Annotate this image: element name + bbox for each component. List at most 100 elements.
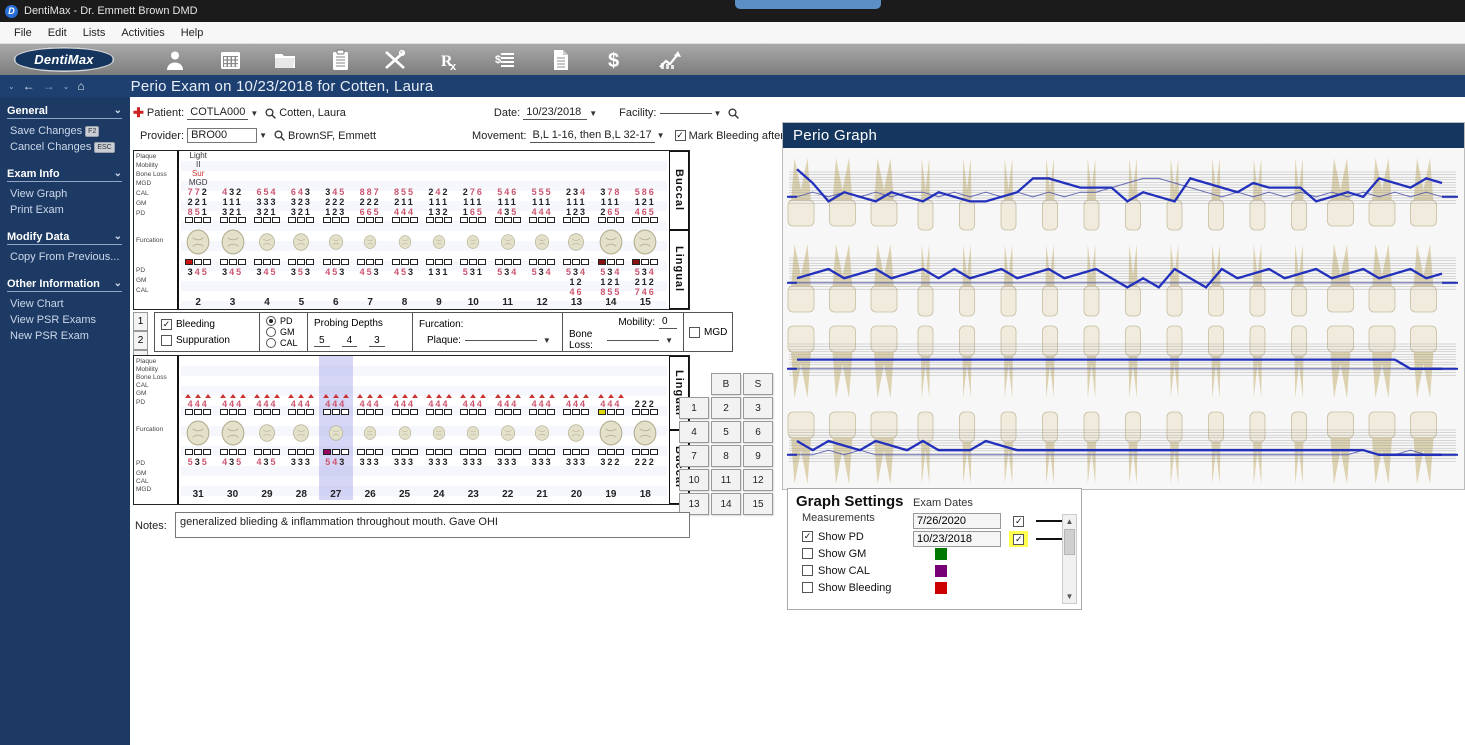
back-icon[interactable]: ← <box>23 79 35 93</box>
site-box[interactable] <box>632 259 640 265</box>
gm-lingual-values[interactable]: 212 <box>635 277 656 287</box>
site-box[interactable] <box>478 259 486 265</box>
site-box[interactable] <box>572 217 580 223</box>
pd-lingual-values[interactable]: 444 <box>256 399 277 409</box>
site-box[interactable] <box>478 217 486 223</box>
dropdown-arrow-icon[interactable]: ▼ <box>543 336 551 345</box>
site-box[interactable] <box>332 409 340 415</box>
site-box[interactable] <box>194 259 202 265</box>
site-box[interactable] <box>263 409 271 415</box>
site-box[interactable] <box>513 217 521 223</box>
site-box[interactable] <box>641 449 649 455</box>
site-box[interactable] <box>254 259 262 265</box>
tooth-number[interactable]: 14 <box>605 297 616 308</box>
site-box[interactable] <box>410 409 418 415</box>
tooth-occlusal-image[interactable] <box>534 417 550 449</box>
pd-buccal-values[interactable]: 321 <box>256 207 277 217</box>
site-box[interactable] <box>392 217 400 223</box>
site-box[interactable] <box>616 217 624 223</box>
tooth-occlusal-image[interactable] <box>534 225 550 259</box>
cal-lingual-values[interactable]: 855 <box>600 287 621 297</box>
search-icon[interactable] <box>274 130 285 141</box>
site-box[interactable] <box>581 259 589 265</box>
tooth-occlusal-image[interactable] <box>598 225 624 259</box>
pd-lingual-values[interactable]: 444 <box>222 399 243 409</box>
tooth-number[interactable]: 22 <box>502 489 513 500</box>
keypad-key-1[interactable]: 1 <box>679 397 709 419</box>
sidebar-section-title[interactable]: Exam Info⌄ <box>7 168 122 182</box>
lower-perio-chart[interactable]: PlaqueMobilityBone LossCALGMPDFurcationP… <box>133 355 690 505</box>
site-box[interactable] <box>616 449 624 455</box>
pd-buccal-values[interactable]: 444 <box>532 207 553 217</box>
site-box[interactable] <box>366 217 374 223</box>
provider-code-field[interactable]: BRO00 <box>187 128 257 143</box>
site-box[interactable] <box>401 449 409 455</box>
tooth-column-9[interactable]: 2421111321319 <box>422 151 456 308</box>
pd-buccal-values[interactable]: 535 <box>188 457 209 467</box>
site-box[interactable] <box>238 217 246 223</box>
site-box[interactable] <box>529 449 537 455</box>
tooth-number[interactable]: 9 <box>436 297 442 308</box>
search-icon[interactable] <box>265 108 276 119</box>
facility-field[interactable] <box>660 112 712 114</box>
site-box[interactable] <box>607 217 615 223</box>
cal-buccal-values[interactable]: 643 <box>291 187 312 197</box>
pd-lingual-values[interactable]: 345 <box>222 267 243 277</box>
probing-depth-value[interactable]: 4 <box>342 335 358 347</box>
tooth-occlusal-image[interactable] <box>432 225 446 259</box>
site-box[interactable] <box>607 409 615 415</box>
gm-buccal-values[interactable]: 111 <box>429 197 449 207</box>
pd-lingual-values[interactable]: 534 <box>532 267 553 277</box>
site-box[interactable] <box>641 259 649 265</box>
pd-buccal-values[interactable]: 333 <box>463 457 484 467</box>
site-box[interactable] <box>357 449 365 455</box>
gm-buccal-values[interactable]: 111 <box>223 197 243 207</box>
pd-lingual-values[interactable]: 453 <box>394 267 415 277</box>
keypad-key-9[interactable]: 9 <box>743 445 773 467</box>
clipboard-icon[interactable] <box>327 48 353 72</box>
cal-buccal-values[interactable]: 654 <box>256 187 277 197</box>
tooth-number[interactable]: 7 <box>367 297 373 308</box>
gm-buccal-values[interactable]: 333 <box>256 197 277 207</box>
tooth-column-10[interactable]: 27611116553110 <box>456 151 490 308</box>
tooth-occlusal-image[interactable] <box>363 417 377 449</box>
site-box[interactable] <box>341 259 349 265</box>
tooth-column-11[interactable]: 54611143553411 <box>491 151 525 308</box>
site-key-1[interactable]: 1 <box>133 312 148 331</box>
site-box[interactable] <box>435 217 443 223</box>
gm-buccal-values[interactable]: 222 <box>325 197 346 207</box>
site-box[interactable] <box>357 217 365 223</box>
site-box[interactable] <box>469 217 477 223</box>
site-box[interactable] <box>306 409 314 415</box>
cal-buccal-values[interactable]: 242 <box>428 187 449 197</box>
keypad-key-10[interactable]: 10 <box>679 469 709 491</box>
mode-radio-gm[interactable]: GM <box>266 327 301 337</box>
pd-buccal-values[interactable]: 222 <box>635 457 656 467</box>
tooth-occlusal-image[interactable] <box>398 225 412 259</box>
pd-lingual-values[interactable]: 444 <box>291 399 312 409</box>
site-box[interactable] <box>366 449 374 455</box>
pd-lingual-values[interactable]: 534 <box>635 267 656 277</box>
pd-buccal-values[interactable]: 333 <box>394 457 415 467</box>
keypad-key-4[interactable]: 4 <box>679 421 709 443</box>
tooth-number[interactable]: 12 <box>537 297 548 308</box>
site-box[interactable] <box>185 449 193 455</box>
keypad-key-S[interactable]: S <box>743 373 773 395</box>
cal-buccal-values[interactable]: 432 <box>222 187 243 197</box>
tooth-column-5[interactable]: 6433233213535 <box>284 151 318 308</box>
tooth-column-6[interactable]: 3452221234536 <box>319 151 353 308</box>
keypad-key-8[interactable]: 8 <box>711 445 741 467</box>
probing-depth-value[interactable]: 3 <box>369 335 385 347</box>
site-box[interactable] <box>426 409 434 415</box>
site-box[interactable] <box>229 259 237 265</box>
keypad-key-15[interactable]: 15 <box>743 493 773 515</box>
pd-lingual-values[interactable]: 345 <box>188 267 209 277</box>
tooth-occlusal-image[interactable] <box>466 417 480 449</box>
site-box[interactable] <box>341 217 349 223</box>
site-box[interactable] <box>323 259 331 265</box>
site-box[interactable] <box>401 259 409 265</box>
tooth-column-19[interactable]: 44432219 <box>594 356 628 500</box>
menu-item-help[interactable]: Help <box>173 24 212 42</box>
site-box[interactable] <box>288 217 296 223</box>
keypad-key-B[interactable]: B <box>711 373 741 395</box>
